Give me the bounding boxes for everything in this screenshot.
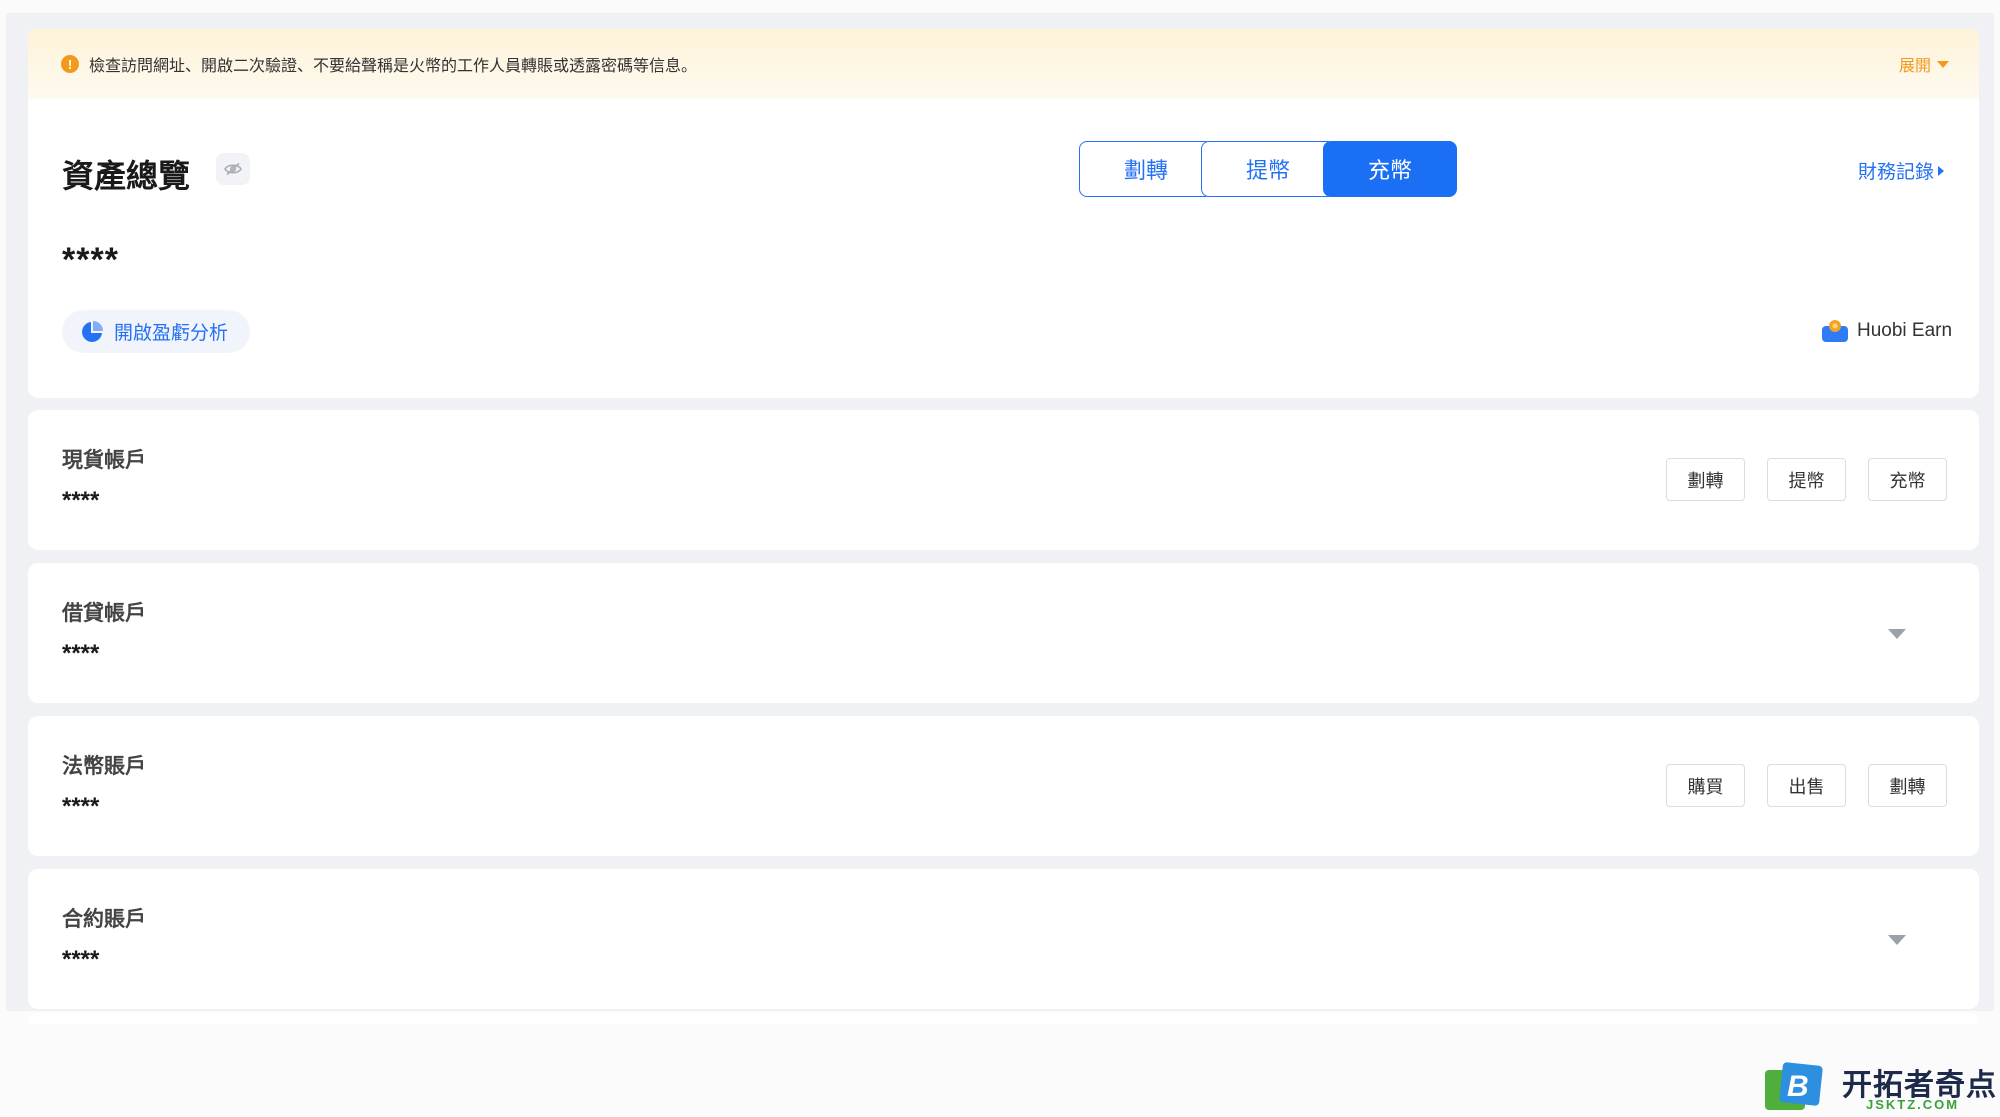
page-title: 資產總覽: [62, 158, 191, 194]
huobi-earn-link[interactable]: Huobi Earn: [1821, 319, 1952, 343]
pnl-analysis-label: 開啟盈虧分析: [114, 323, 229, 344]
account-name: 法幣賬戶: [62, 755, 146, 778]
caret-right-icon: [1938, 165, 1945, 176]
account-actions: 購買 出售 劃轉: [1666, 764, 1947, 807]
spot-transfer-button[interactable]: 劃轉: [1666, 458, 1745, 501]
fiat-account-card: 法幣賬戶 **** 購買 出售 劃轉: [28, 716, 1979, 856]
hide-balance-toggle[interactable]: [216, 153, 250, 185]
account-balance: ****: [62, 793, 100, 820]
pie-chart-icon: [82, 320, 103, 342]
spot-account-card: 現貨帳戶 **** 劃轉 提幣 充幣: [28, 410, 1979, 550]
fiat-transfer-button[interactable]: 劃轉: [1868, 764, 1947, 807]
transfer-button[interactable]: 劃轉: [1079, 141, 1213, 197]
notice-expand-label: 展開: [1898, 58, 1931, 75]
chevron-down-icon[interactable]: [1888, 935, 1906, 945]
notice-message: 檢查訪問網址、開啟二次驗證、不要給聲稱是火幣的工作人員轉賬或透露密碼等信息。: [89, 58, 698, 75]
financial-records-link[interactable]: 財務記錄: [1858, 157, 1945, 184]
account-name: 現貨帳戶: [62, 449, 146, 472]
asset-overview-card: 資產總覽 劃轉 提幣 充幣 財務記錄 **** 開啟盈虧分析 Huobi Ear…: [28, 99, 1979, 398]
svg-text:B: B: [1787, 1070, 1809, 1103]
account-name: 合約賬戶: [62, 908, 146, 931]
huobi-earn-label: Huobi Earn: [1857, 320, 1953, 341]
notice-expand-button[interactable]: 展開: [1899, 52, 1949, 76]
withdraw-button[interactable]: 提幣: [1201, 141, 1335, 197]
eye-slash-icon: [224, 162, 242, 176]
warning-icon: !: [61, 55, 79, 73]
account-balance: ****: [62, 640, 100, 667]
app-frame: ! 檢查訪問網址、開啟二次驗證、不要給聲稱是火幣的工作人員轉賬或透露密碼等信息。…: [6, 13, 1994, 1024]
pnl-analysis-button[interactable]: 開啟盈虧分析: [62, 310, 251, 353]
next-account-card: [28, 1013, 1979, 1024]
account-name: 借貸帳戶: [62, 602, 146, 625]
security-notice-bar: ! 檢查訪問網址、開啟二次驗證、不要給聲稱是火幣的工作人員轉賬或透露密碼等信息。…: [28, 29, 1979, 99]
fiat-buy-button[interactable]: 購買: [1666, 764, 1745, 807]
fiat-sell-button[interactable]: 出售: [1767, 764, 1846, 807]
spot-deposit-button[interactable]: 充幣: [1868, 458, 1947, 501]
watermark: B 开拓者奇点 JSKTZ.COM: [1760, 1058, 2000, 1117]
spot-withdraw-button[interactable]: 提幣: [1767, 458, 1846, 501]
caret-down-icon: [1937, 60, 1949, 68]
account-balance: ****: [62, 946, 100, 973]
futures-account-card[interactable]: 合約賬戶 ****: [28, 869, 1979, 1009]
deposit-button[interactable]: 充幣: [1323, 141, 1457, 197]
b-logo-icon: B: [1765, 1062, 1823, 1110]
chevron-down-icon[interactable]: [1888, 629, 1906, 639]
wallet-icon: [1822, 320, 1848, 342]
financial-records-label: 財務記錄: [1858, 162, 1935, 183]
account-actions: 劃轉 提幣 充幣: [1666, 458, 1947, 501]
total-balance: ****: [62, 241, 119, 279]
margin-account-card[interactable]: 借貸帳戶 ****: [28, 563, 1979, 703]
account-balance: ****: [62, 487, 100, 514]
watermark-domain: JSKTZ.COM: [1866, 1097, 1960, 1112]
